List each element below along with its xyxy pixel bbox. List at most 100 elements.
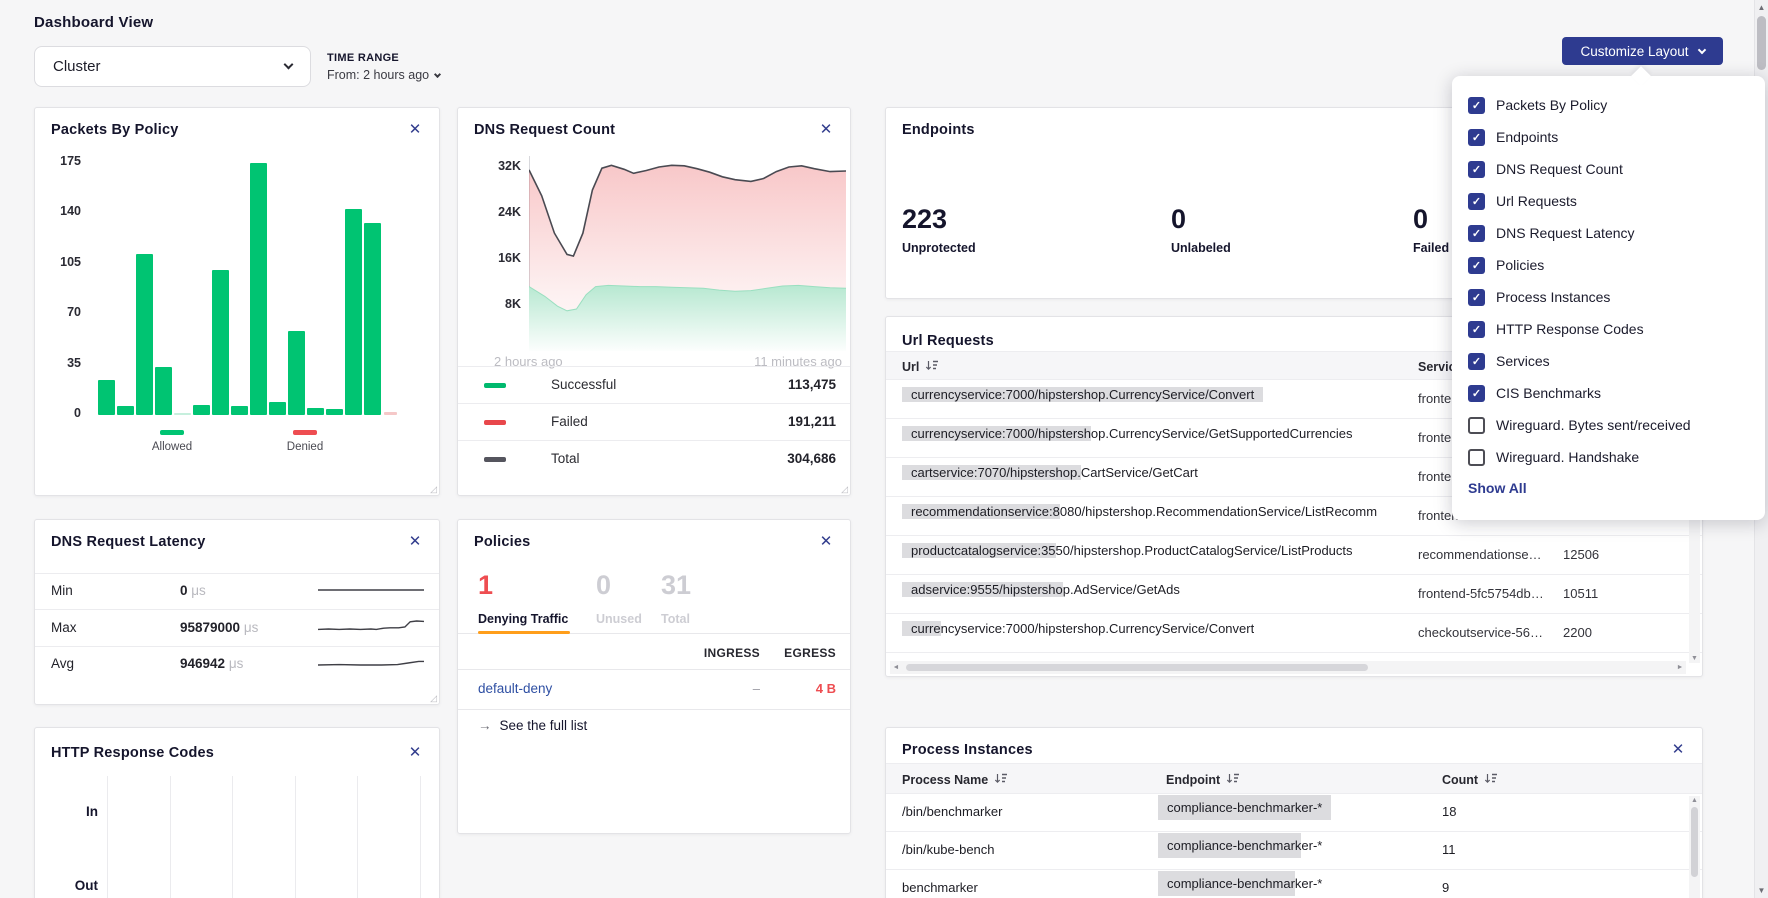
see-full-list-link[interactable]: →See the full list xyxy=(478,718,587,733)
url-cell[interactable]: currencyservice:7000/hipstershop.Currenc… xyxy=(902,387,1263,402)
url-text: CartService/GetCart xyxy=(1081,465,1198,480)
menu-item-wireguard-handshake[interactable]: Wireguard. Handshake xyxy=(1468,441,1765,473)
column-header-url[interactable]: Url xyxy=(902,352,939,381)
card-title: HTTP Response Codes xyxy=(51,745,214,761)
view-selector-value: Cluster xyxy=(53,58,285,75)
column-header-endpoint[interactable]: Endpoint xyxy=(1166,764,1240,795)
table-row[interactable]: adservice:9555/hipstershop.AdService/Get… xyxy=(886,575,1702,614)
url-cell[interactable]: cartservice:7070/hipstershop.CartService… xyxy=(902,465,1198,480)
legend-row-failed: Failed191,211 xyxy=(458,403,850,440)
table-row[interactable]: currencyservice:7000/hipstershop.Currenc… xyxy=(886,614,1702,653)
view-selector[interactable]: Cluster xyxy=(34,46,311,87)
card-policies: Policies ✕ 1 Denying Traffic 0 Unused 31… xyxy=(457,519,851,834)
checkbox-checked-icon[interactable]: ✓ xyxy=(1468,193,1485,210)
url-cell[interactable]: productcatalogservice:3550/hipstershop.P… xyxy=(902,543,1353,558)
stat-total-label[interactable]: Total xyxy=(661,612,690,626)
scrollbar-thumb[interactable] xyxy=(1757,16,1766,70)
show-all-link[interactable]: Show All xyxy=(1468,480,1765,496)
sort-icon[interactable] xyxy=(1226,773,1240,787)
legend-swatch xyxy=(484,457,506,462)
url-cell[interactable]: currencyservice:7000/hipstershop.Currenc… xyxy=(902,621,1254,636)
menu-item-process-instances[interactable]: ✓Process Instances xyxy=(1468,281,1765,313)
customize-layout-button[interactable]: Customize Layout xyxy=(1562,37,1723,65)
close-icon[interactable]: ✕ xyxy=(405,743,425,763)
checkbox-checked-icon[interactable]: ✓ xyxy=(1468,257,1485,274)
checkbox-checked-icon[interactable]: ✓ xyxy=(1468,161,1485,178)
sort-icon[interactable] xyxy=(925,360,939,374)
stat-denying-traffic-label[interactable]: Denying Traffic xyxy=(478,612,568,626)
horizontal-scrollbar[interactable]: ◄ ► xyxy=(890,661,1686,674)
scrollbar-thumb[interactable] xyxy=(1691,807,1698,877)
menu-item-endpoints[interactable]: ✓Endpoints xyxy=(1468,121,1765,153)
grid-line xyxy=(170,776,171,898)
count-cell: 10511 xyxy=(1563,586,1598,601)
scroll-up-icon[interactable]: ▲ xyxy=(1689,797,1700,804)
scroll-left-icon[interactable]: ◄ xyxy=(890,664,902,671)
menu-item-dns-request-latency[interactable]: ✓DNS Request Latency xyxy=(1468,217,1765,249)
checkbox-checked-icon[interactable]: ✓ xyxy=(1468,353,1485,370)
stat-unused-label[interactable]: Unused xyxy=(596,612,642,626)
menu-item-http-response-codes[interactable]: ✓HTTP Response Codes xyxy=(1468,313,1765,345)
metric-value: 0 xyxy=(1413,204,1449,234)
menu-item-services[interactable]: ✓Services xyxy=(1468,345,1765,377)
url-cell[interactable]: currencyservice:7000/hipstershop.Currenc… xyxy=(902,426,1353,441)
checkbox-checked-icon[interactable]: ✓ xyxy=(1468,289,1485,306)
time-range-value[interactable]: From: 2 hours ago xyxy=(327,68,440,82)
bar-denied xyxy=(384,412,397,415)
checkbox-checked-icon[interactable]: ✓ xyxy=(1468,129,1485,146)
close-icon[interactable]: ✕ xyxy=(816,120,836,140)
table-row[interactable]: productcatalogservice:3550/hipstershop.P… xyxy=(886,536,1702,575)
table-row[interactable]: benchmarkercompliance-benchmarker-*9 xyxy=(886,870,1702,898)
sort-icon[interactable] xyxy=(1484,773,1498,787)
checkbox-unchecked-icon[interactable] xyxy=(1468,417,1485,434)
sort-icon[interactable] xyxy=(994,773,1008,787)
column-header-process-name[interactable]: Process Name xyxy=(902,764,1008,795)
table-row[interactable]: /bin/kube-benchcompliance-benchmarker-*1… xyxy=(886,832,1702,870)
count-cell: 2200 xyxy=(1563,625,1592,640)
card-packets-by-policy: Packets By Policy ✕ 03570105140175Allowe… xyxy=(34,107,440,496)
scrollbar-thumb[interactable] xyxy=(906,664,1368,671)
service-cell: checkoutservice-56… xyxy=(1418,625,1543,640)
checkbox-checked-icon[interactable]: ✓ xyxy=(1468,225,1485,242)
column-header-count[interactable]: Count xyxy=(1442,764,1498,795)
table-row[interactable]: /bin/benchmarkercompliance-benchmarker-*… xyxy=(886,794,1702,832)
checkbox-checked-icon[interactable]: ✓ xyxy=(1468,97,1485,114)
menu-item-wireguard-bytes-sent-received[interactable]: Wireguard. Bytes sent/received xyxy=(1468,409,1765,441)
legend-label: Successful xyxy=(551,377,616,392)
menu-item-policies[interactable]: ✓Policies xyxy=(1468,249,1765,281)
service-cell: fronte xyxy=(1418,430,1451,445)
resize-handle-icon[interactable]: ◿ xyxy=(430,484,437,495)
menu-item-url-requests[interactable]: ✓Url Requests xyxy=(1468,185,1765,217)
url-highlight: cartservice:7070/hipstershop. xyxy=(902,465,1081,480)
close-icon[interactable]: ✕ xyxy=(816,532,836,552)
url-cell[interactable]: recommendationservice:8080/hipstershop.R… xyxy=(902,504,1377,519)
card-http-response-codes: HTTP Response Codes ✕ InOut xyxy=(34,727,440,898)
dashboard-page: Dashboard View Cluster TIME RANGE From: … xyxy=(0,0,1768,898)
close-icon[interactable]: ✕ xyxy=(405,532,425,552)
menu-item-packets-by-policy[interactable]: ✓ Packets By Policy xyxy=(1468,89,1765,121)
count-cell: 9 xyxy=(1442,880,1449,895)
policy-link-default-deny[interactable]: default-deny xyxy=(478,681,552,696)
menu-item-dns-request-count[interactable]: ✓DNS Request Count xyxy=(1468,153,1765,185)
checkbox-checked-icon[interactable]: ✓ xyxy=(1468,321,1485,338)
metric-label: Failed xyxy=(1413,241,1449,255)
resize-handle-icon[interactable]: ◿ xyxy=(430,693,437,704)
divider xyxy=(35,646,439,647)
close-icon[interactable]: ✕ xyxy=(1668,740,1688,760)
scroll-down-icon[interactable]: ▼ xyxy=(1689,655,1700,662)
y-axis-tick: 24K xyxy=(461,205,521,219)
bar-allowed xyxy=(212,270,229,415)
url-cell[interactable]: adservice:9555/hipstershop.AdService/Get… xyxy=(902,582,1180,597)
y-axis-tick: 70 xyxy=(35,305,81,319)
process-name-cell: /bin/benchmarker xyxy=(902,804,1002,819)
checkbox-unchecked-icon[interactable] xyxy=(1468,449,1485,466)
vertical-scrollbar[interactable]: ▲ xyxy=(1689,796,1700,898)
scroll-right-icon[interactable]: ► xyxy=(1674,664,1686,671)
scroll-up-icon[interactable]: ▲ xyxy=(1755,3,1768,12)
latency-unit: μs xyxy=(244,620,259,635)
menu-item-label: Packets By Policy xyxy=(1496,97,1607,113)
resize-handle-icon[interactable]: ◿ xyxy=(841,484,848,495)
scroll-down-icon[interactable]: ▼ xyxy=(1755,886,1768,895)
checkbox-checked-icon[interactable]: ✓ xyxy=(1468,385,1485,402)
menu-item-cis-benchmarks[interactable]: ✓CIS Benchmarks xyxy=(1468,377,1765,409)
